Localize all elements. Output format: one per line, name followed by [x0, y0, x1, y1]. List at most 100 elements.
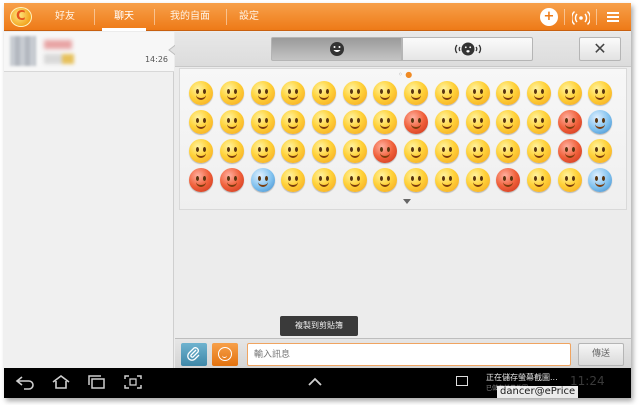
emoji-category-button[interactable] — [271, 37, 402, 61]
emoji-face-icon — [281, 139, 306, 163]
emoji-item[interactable] — [585, 166, 616, 195]
voice-emoji-category-button[interactable] — [402, 37, 533, 61]
copied-toast: 複製到剪貼簿 — [280, 316, 358, 336]
tab-settings[interactable]: 設定 — [232, 3, 266, 31]
emoji-face-icon — [557, 139, 582, 163]
emoji-item[interactable] — [217, 166, 248, 195]
emoji-item[interactable] — [554, 166, 585, 195]
emoji-face-icon — [404, 139, 429, 163]
emoji-item[interactable] — [339, 79, 370, 108]
emoji-face-icon — [312, 139, 337, 163]
emoji-item[interactable] — [524, 79, 555, 108]
emoji-toggle-button[interactable] — [212, 343, 238, 366]
emoji-item[interactable] — [339, 166, 370, 195]
emoji-item[interactable] — [524, 108, 555, 137]
close-emoji-panel-button[interactable]: ✕ — [579, 37, 621, 61]
send-button[interactable]: 傳送 — [578, 343, 624, 366]
app-window: 好友 聊天 我的自面 設定 + 14:26 — [4, 3, 631, 398]
emoji-item[interactable] — [186, 108, 217, 137]
emoji-item[interactable] — [186, 137, 217, 166]
emoji-item[interactable] — [401, 137, 432, 166]
image-notification-icon — [456, 376, 468, 386]
tab-divider — [94, 9, 95, 25]
add-circle-icon[interactable]: + — [540, 8, 558, 26]
emoji-item[interactable] — [432, 79, 463, 108]
page-dot: ◦ — [398, 70, 403, 79]
emoji-item[interactable] — [370, 137, 401, 166]
emoji-item[interactable] — [585, 108, 616, 137]
emoji-item[interactable] — [278, 137, 309, 166]
message-input[interactable] — [247, 343, 571, 366]
emoji-item[interactable] — [401, 166, 432, 195]
emoji-item[interactable] — [432, 137, 463, 166]
emoji-item[interactable] — [493, 108, 524, 137]
emoji-face-icon — [404, 110, 429, 134]
emoji-item[interactable] — [370, 79, 401, 108]
emoji-item[interactable] — [278, 79, 309, 108]
menu-icon[interactable] — [604, 8, 622, 26]
emoji-item[interactable] — [493, 166, 524, 195]
emoji-item[interactable] — [217, 137, 248, 166]
emoji-item[interactable] — [309, 137, 340, 166]
emoji-item[interactable] — [554, 137, 585, 166]
emoji-item[interactable] — [247, 79, 278, 108]
page-indicator: ◦ ● — [398, 71, 412, 79]
emoji-item[interactable] — [217, 79, 248, 108]
emoji-item[interactable] — [524, 166, 555, 195]
emoji-face-icon — [588, 110, 613, 134]
tab-friends[interactable]: 好友 — [44, 3, 86, 31]
emoji-face-icon — [312, 81, 337, 105]
emoji-item[interactable] — [278, 108, 309, 137]
conversation-item[interactable]: 14:26 — [4, 32, 174, 72]
emoji-item[interactable] — [401, 108, 432, 137]
icon-divider — [596, 9, 597, 25]
emoji-item[interactable] — [432, 166, 463, 195]
emoji-item[interactable] — [339, 137, 370, 166]
recent-apps-icon[interactable] — [86, 374, 108, 390]
emoji-item[interactable] — [370, 108, 401, 137]
emoji-item[interactable] — [585, 137, 616, 166]
chevron-up-icon[interactable] — [307, 377, 323, 387]
emoji-item[interactable] — [186, 166, 217, 195]
wifi-broadcast-icon[interactable] — [571, 8, 591, 26]
emoji-face-icon — [526, 168, 551, 192]
emoji-face-icon — [220, 168, 245, 192]
emoji-item[interactable] — [370, 166, 401, 195]
emoji-item[interactable] — [278, 166, 309, 195]
attach-button[interactable] — [181, 343, 207, 366]
emoji-item[interactable] — [462, 79, 493, 108]
screenshot-icon[interactable] — [122, 374, 144, 390]
emoji-item[interactable] — [554, 79, 585, 108]
back-icon[interactable] — [14, 374, 36, 390]
tab-my-page[interactable]: 我的自面 — [162, 3, 218, 31]
emoji-item[interactable] — [401, 79, 432, 108]
conversation-time: 14:26 — [144, 55, 168, 64]
emoji-item[interactable] — [186, 79, 217, 108]
emoji-face-icon — [557, 168, 582, 192]
emoji-item[interactable] — [247, 166, 278, 195]
emoji-item[interactable] — [309, 108, 340, 137]
emoji-item[interactable] — [554, 108, 585, 137]
emoji-item[interactable] — [493, 137, 524, 166]
emoji-item[interactable] — [309, 166, 340, 195]
emoji-item[interactable] — [247, 137, 278, 166]
tab-chat[interactable]: 聊天 — [102, 3, 146, 31]
emoji-item[interactable] — [524, 137, 555, 166]
home-icon[interactable] — [50, 374, 72, 390]
emoji-item[interactable] — [462, 166, 493, 195]
contact-name-blurred — [44, 40, 72, 49]
smiley-icon — [218, 347, 232, 361]
emoji-item[interactable] — [339, 108, 370, 137]
expand-arrow-icon[interactable] — [403, 199, 411, 204]
emoji-item[interactable] — [585, 79, 616, 108]
emoji-item[interactable] — [493, 79, 524, 108]
icon-divider — [564, 9, 565, 25]
emoji-item[interactable] — [462, 108, 493, 137]
emoji-item[interactable] — [462, 137, 493, 166]
emoji-item[interactable] — [217, 108, 248, 137]
conversation-list: 14:26 — [4, 32, 178, 368]
emoji-item[interactable] — [247, 108, 278, 137]
emoji-item[interactable] — [432, 108, 463, 137]
last-message-blurred — [44, 54, 74, 64]
emoji-item[interactable] — [309, 79, 340, 108]
